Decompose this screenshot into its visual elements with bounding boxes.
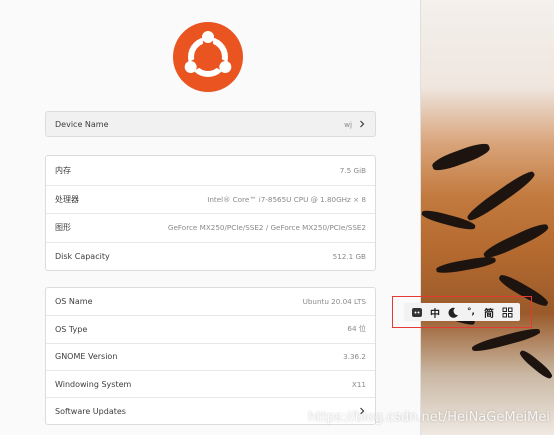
- windowing-system-value: X11: [351, 379, 366, 389]
- hw-row-memory: 内存 7.5 GiB: [46, 156, 375, 185]
- about-settings-panel: Device Name wj 内存 7.5 GiB 处理器 Intel® Cor…: [0, 0, 421, 435]
- chevron-right-icon: [360, 120, 365, 128]
- gnome-version-value: 3.36.2: [343, 352, 366, 362]
- device-name-label: Device Name: [55, 119, 109, 129]
- hardware-info-card: 内存 7.5 GiB 处理器 Intel® Core™ i7-8565U CPU…: [45, 155, 376, 271]
- hw-row-graphics: 图形 GeForce MX250/PCIe/SSE2 / GeForce MX2…: [46, 213, 375, 242]
- windowing-system-label: Windowing System: [55, 379, 132, 389]
- device-name-row[interactable]: Device Name wj: [46, 112, 375, 136]
- ime-logo-icon[interactable]: [410, 305, 424, 319]
- software-updates-label: Software Updates: [55, 406, 126, 416]
- os-type-value: 64 位: [347, 324, 366, 334]
- device-name-value: wj: [344, 119, 352, 129]
- memory-label: 内存: [55, 165, 71, 175]
- tiger-wallpaper: [421, 0, 554, 435]
- os-type-label: OS Type: [55, 324, 88, 334]
- watermark-text: https://blog.csdn.net/HeiNaGeMeiMei: [308, 410, 550, 425]
- hw-row-processor: 处理器 Intel® Core™ i7-8565U CPU @ 1.80GHz …: [46, 184, 375, 214]
- gnome-version-label: GNOME Version: [55, 352, 118, 362]
- ime-grid-icon[interactable]: [500, 305, 514, 319]
- memory-value: 7.5 GiB: [339, 165, 366, 175]
- os-name-label: OS Name: [55, 297, 93, 307]
- disk-label: Disk Capacity: [55, 251, 110, 261]
- disk-value: 512.1 GB: [332, 251, 366, 261]
- graphics-label: 图形: [55, 223, 71, 233]
- os-row-type: OS Type 64 位: [46, 315, 375, 342]
- processor-label: 处理器: [55, 194, 79, 204]
- device-name-card[interactable]: Device Name wj: [45, 111, 376, 137]
- ime-toolbar[interactable]: 中 °, 简: [404, 303, 520, 321]
- ime-simplified[interactable]: 简: [482, 305, 496, 320]
- os-info-card: OS Name Ubuntu 20.04 LTS OS Type 64 位 GN…: [45, 287, 376, 425]
- ime-punct-icon[interactable]: °,: [464, 305, 478, 319]
- ime-mode-chinese[interactable]: 中: [428, 305, 442, 320]
- os-name-value: Ubuntu 20.04 LTS: [302, 297, 366, 307]
- processor-value: Intel® Core™ i7-8565U CPU @ 1.80GHz × 8: [207, 194, 366, 204]
- graphics-value: GeForce MX250/PCIe/SSE2 / GeForce MX250/…: [167, 223, 366, 233]
- ubuntu-logo-icon: [173, 22, 243, 92]
- os-row-windowing: Windowing System X11: [46, 369, 375, 397]
- ime-moon-icon[interactable]: [446, 305, 460, 319]
- hw-row-disk: Disk Capacity 512.1 GB: [46, 241, 375, 271]
- os-row-gnome: GNOME Version 3.36.2: [46, 342, 375, 370]
- os-row-name: OS Name Ubuntu 20.04 LTS: [46, 288, 375, 315]
